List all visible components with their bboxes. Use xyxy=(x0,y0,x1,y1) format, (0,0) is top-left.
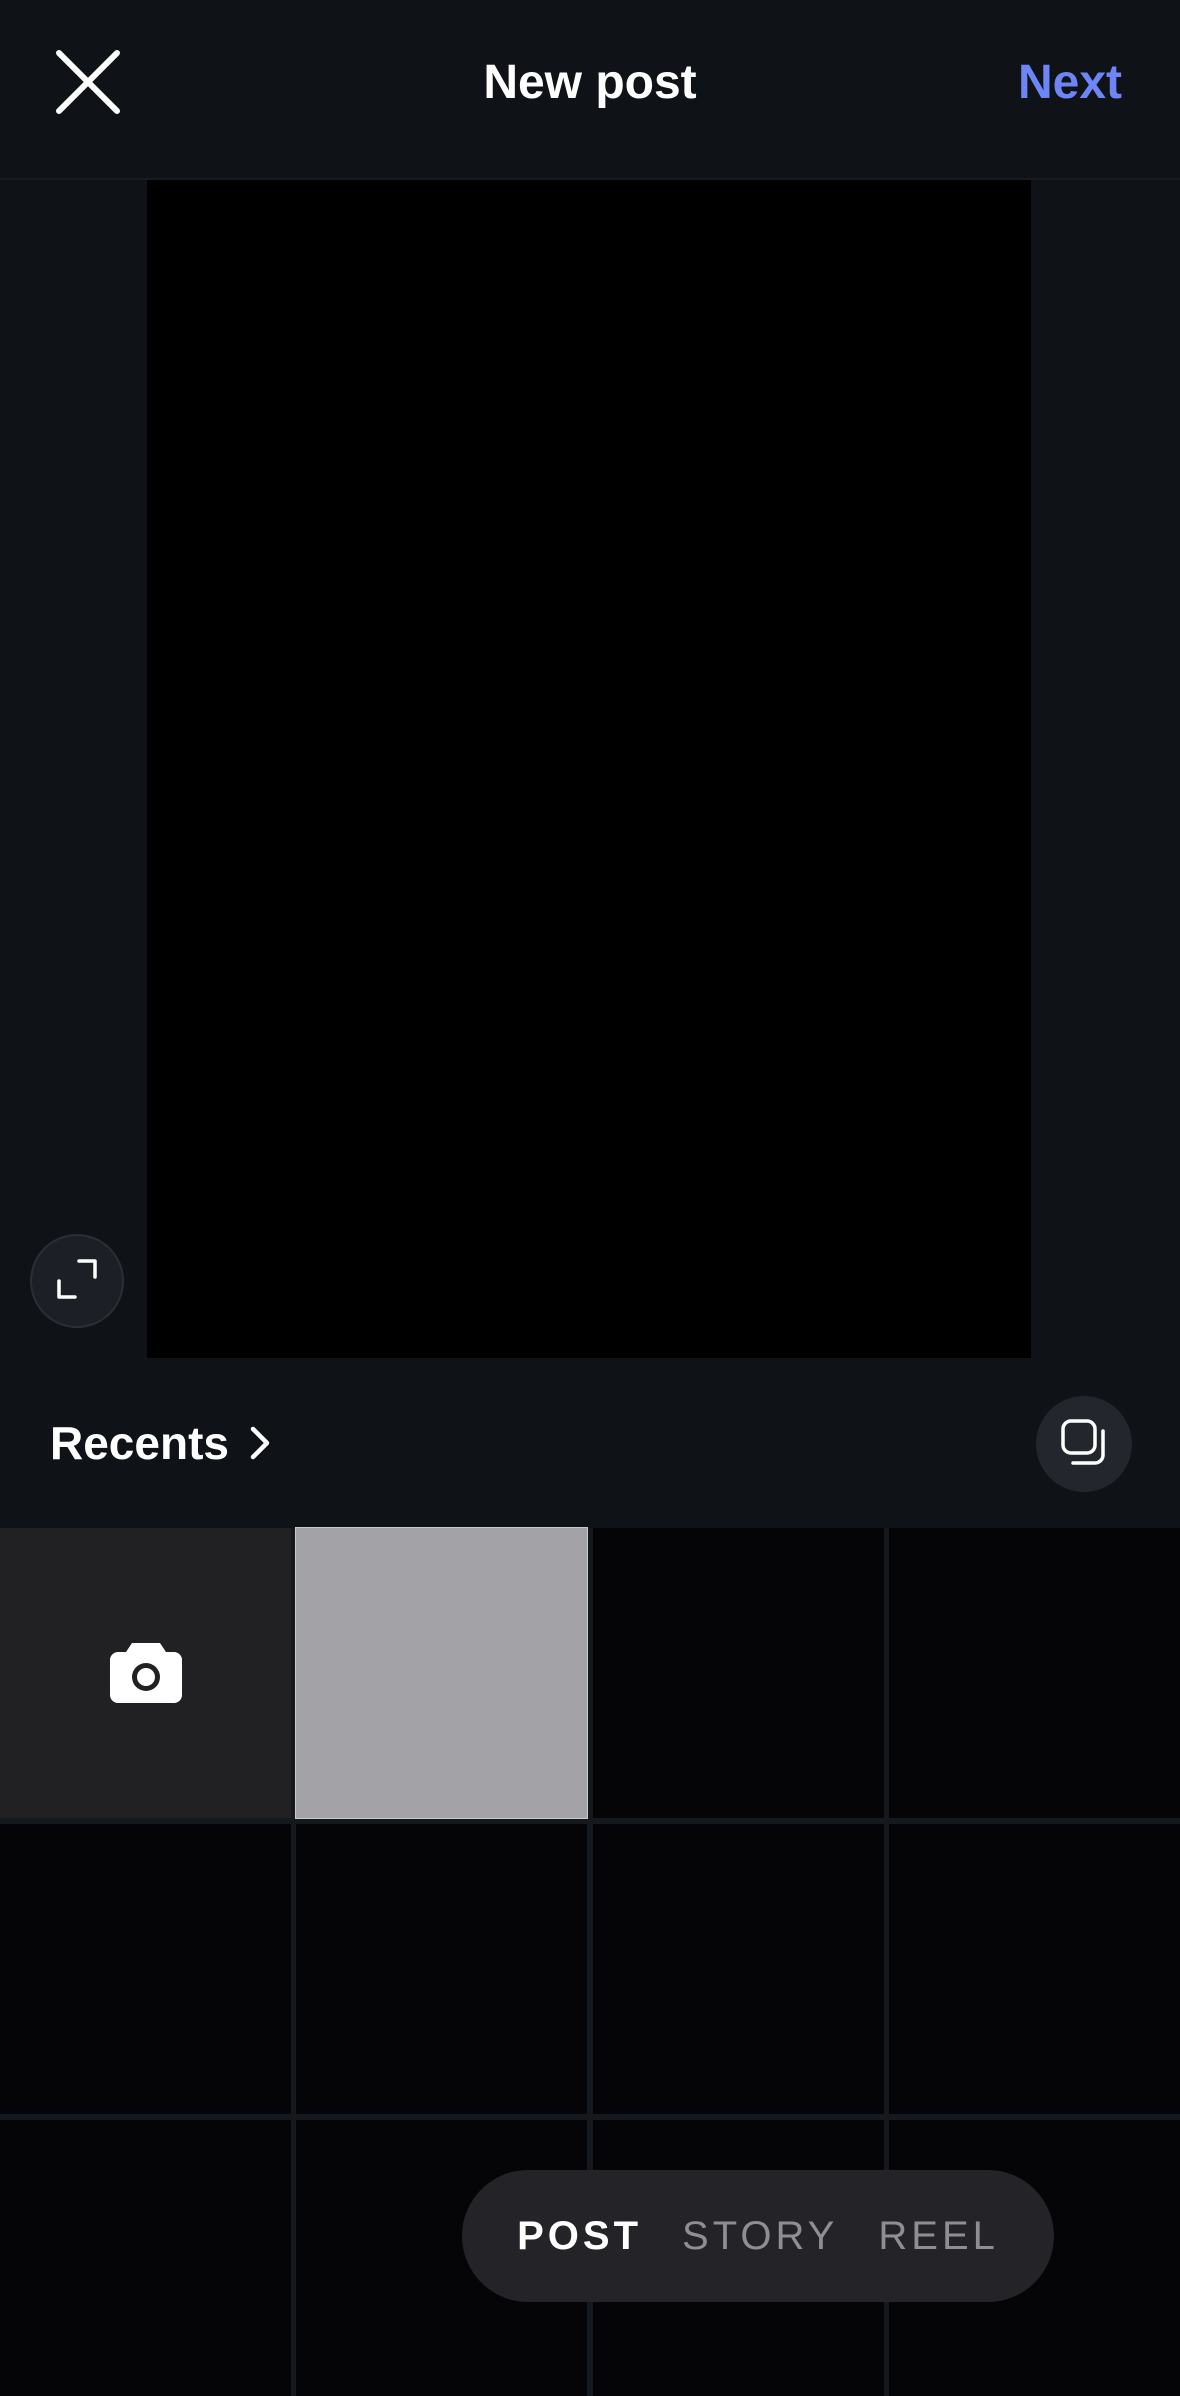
gallery-thumbnail[interactable] xyxy=(0,2120,291,2396)
media-preview-area xyxy=(0,180,1180,1358)
gallery-thumbnail[interactable] xyxy=(889,1528,1180,1818)
gallery-thumbnail[interactable] xyxy=(593,1528,884,1818)
multi-select-icon xyxy=(1059,1417,1109,1472)
new-post-screen: New post Next Recents POST STORY REEL xyxy=(0,0,1180,2396)
multi-select-button[interactable] xyxy=(1036,1396,1132,1492)
camera-icon xyxy=(108,1637,184,1710)
album-label: Recents xyxy=(50,1417,229,1469)
gallery-thumbnail[interactable] xyxy=(593,1824,884,2114)
album-selector[interactable]: Recents xyxy=(50,1358,271,1528)
next-button[interactable]: Next xyxy=(1018,0,1122,166)
gallery-thumbnail[interactable] xyxy=(0,1824,291,2114)
close-icon xyxy=(55,49,121,120)
mode-post-tab[interactable]: POST xyxy=(517,2214,642,2259)
expand-crop-button[interactable] xyxy=(30,1234,124,1328)
camera-tile[interactable] xyxy=(0,1528,291,1818)
page-title: New post xyxy=(483,56,697,109)
media-preview xyxy=(147,180,1031,1358)
mode-story-tab[interactable]: STORY xyxy=(682,2214,838,2259)
mode-switcher: POST STORY REEL xyxy=(462,2170,1054,2302)
gallery-thumbnail[interactable] xyxy=(889,1824,1180,2114)
gallery-thumbnail[interactable] xyxy=(296,1824,587,2114)
chevron-right-icon xyxy=(249,1425,271,1461)
album-bar: Recents xyxy=(0,1358,1180,1528)
top-bar: New post Next xyxy=(0,0,1180,180)
expand-icon xyxy=(55,1257,99,1306)
close-button[interactable] xyxy=(44,40,132,128)
gallery-thumbnail[interactable] xyxy=(295,1527,588,1819)
mode-reel-tab[interactable]: REEL xyxy=(878,2214,999,2259)
